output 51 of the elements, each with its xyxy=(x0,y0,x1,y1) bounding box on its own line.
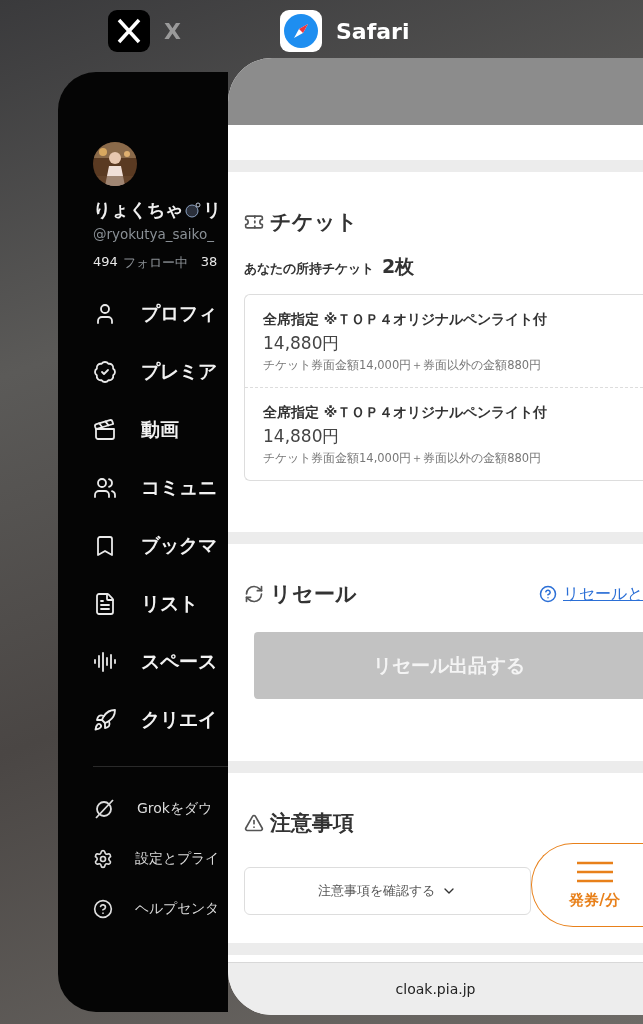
ticket-price: 14,880円 xyxy=(263,332,341,355)
compass-icon[interactable] xyxy=(280,10,322,52)
list-icon xyxy=(93,592,117,616)
menu-item[interactable]: ブックマ xyxy=(141,533,217,559)
owned-label: あなたの所持チケット xyxy=(244,260,374,278)
profile-name: リ xyxy=(203,198,221,222)
bubble-icon xyxy=(185,202,201,218)
help-icon xyxy=(539,585,557,603)
owned-count: 2枚 xyxy=(382,254,415,279)
app-window[interactable]: りょくちゃ リ @ryokutya_saiko_ 494 フォロー中 38 プロフィ プレミア 動画 コミュニ ブックマ リスト スペース クリエイ Grokをダウ 設定とプライ ヘルプセンタ xyxy=(58,72,228,1012)
followers-count: 38 xyxy=(200,254,218,271)
ticket-icon xyxy=(244,212,264,232)
menu-item[interactable]: スペース xyxy=(141,649,217,675)
help-icon xyxy=(93,899,113,919)
section-title: チケット xyxy=(270,209,358,236)
menu-item[interactable]: コミュニ xyxy=(141,475,217,501)
menu-icon xyxy=(576,860,613,883)
profile-handle: @ryokutya_saiko_ xyxy=(93,226,215,242)
menu-item[interactable]: クリエイ xyxy=(141,707,217,733)
app-icon[interactable] xyxy=(108,10,150,52)
slashed-circle-icon xyxy=(93,798,115,820)
app-name: X xyxy=(164,18,181,44)
rocket-icon xyxy=(93,708,117,732)
section-title: 注意事項 xyxy=(270,810,354,837)
address-bar[interactable]: cloak.pia.jp xyxy=(228,962,643,1015)
badge-check-icon xyxy=(93,360,117,384)
profile-name: りょくちゃ xyxy=(93,198,183,222)
url-text: cloak.pia.jp xyxy=(395,981,476,997)
menu-item[interactable]: プレミア xyxy=(141,359,217,385)
section-title: リセール xyxy=(270,581,357,608)
price-breakdown: チケット券面金額14,000円＋券面以外の金額880円 xyxy=(263,451,543,466)
warning-icon xyxy=(244,813,264,833)
following-count: 494 xyxy=(93,254,118,271)
menu-item[interactable]: リスト xyxy=(141,591,198,617)
menu-item[interactable]: プロフィ xyxy=(141,301,217,327)
menu-item[interactable]: ヘルプセンタ xyxy=(135,900,219,918)
expand-toggle[interactable]: 注意事項を確認する xyxy=(244,867,531,915)
ticket-price: 14,880円 xyxy=(263,425,341,448)
ticket-name: 全席指定 ※ＴＯＰ４オリジナルペンライト付 xyxy=(263,311,549,329)
app-name: Safari xyxy=(336,18,410,44)
menu-item[interactable]: Grokをダウ xyxy=(137,800,212,818)
people-icon xyxy=(93,476,117,500)
following-label: フォロー中 xyxy=(122,254,188,272)
ticket-name: 全席指定 ※ＴＯＰ４オリジナルペンライト付 xyxy=(263,404,549,422)
settings-icon xyxy=(93,849,113,869)
refresh-icon xyxy=(244,584,264,604)
menu-item[interactable]: 設定とプライ xyxy=(135,850,219,868)
menu-item[interactable]: 動画 xyxy=(141,417,179,443)
clapperboard-icon xyxy=(93,418,117,442)
audio-icon xyxy=(93,650,117,674)
price-breakdown: チケット券面金額14,000円＋券面以外の金額880円 xyxy=(263,358,543,373)
